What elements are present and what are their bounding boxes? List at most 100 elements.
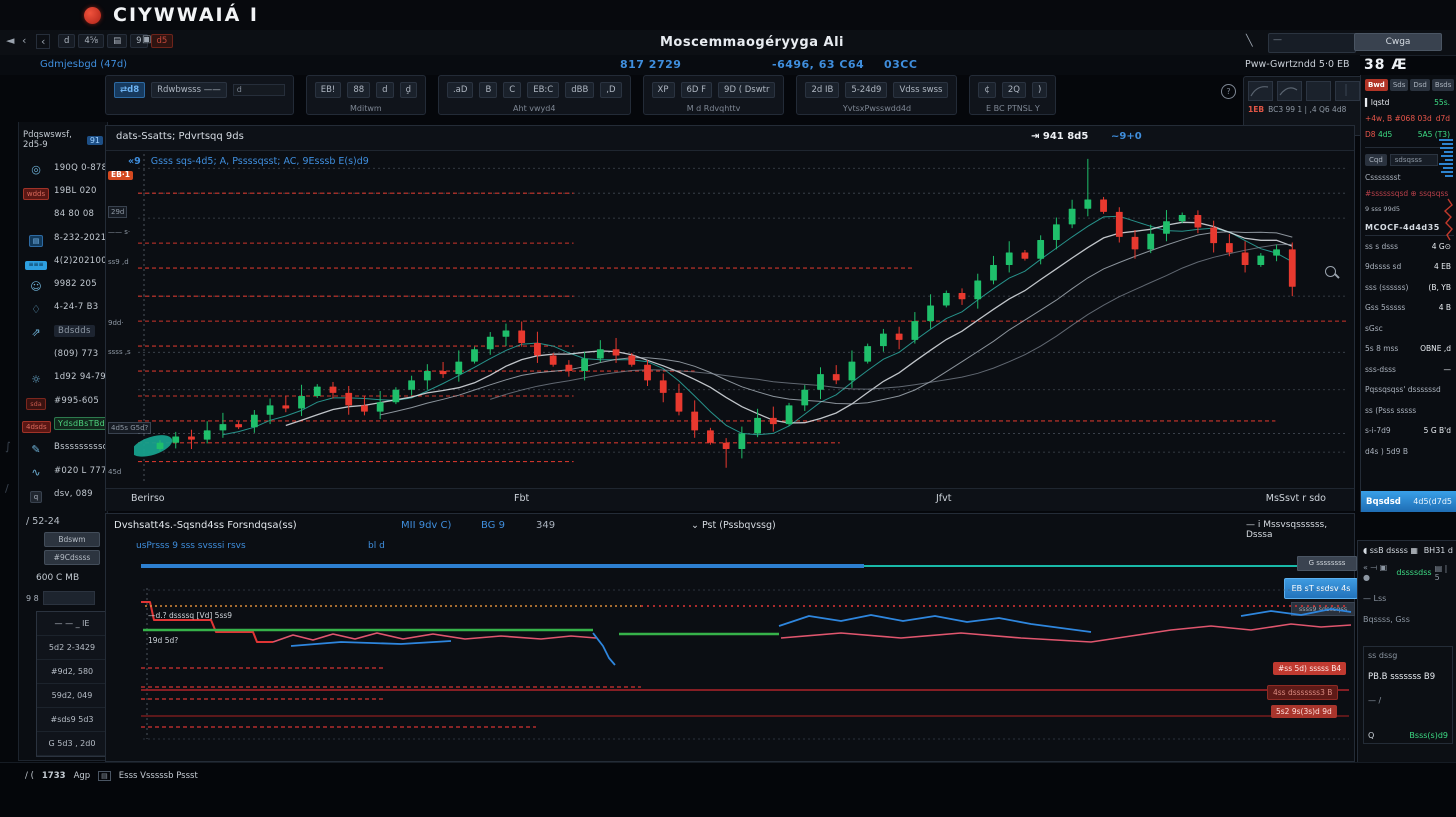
quick-button-2[interactable]: 4⅝	[78, 34, 104, 48]
toolbar-button[interactable]: ,D	[600, 82, 621, 98]
log-box-green-link[interactable]: Bsss(s)d9	[1409, 731, 1448, 740]
indicator-link-1[interactable]: MII 9dv C)	[401, 520, 451, 531]
chart-badge-icon[interactable]: ▤	[22, 228, 50, 247]
indicator-right-label[interactable]: — i Mssvsqssssss, Dsssa	[1246, 520, 1354, 540]
alert-badge-icon[interactable]: wdds	[22, 181, 50, 200]
chip-badge-icon[interactable]: sda	[22, 391, 50, 410]
market-kv-row[interactable]: Pqssqsqss' dssssssd	[1365, 380, 1454, 401]
watchlist-button-1[interactable]: Bdswm	[44, 532, 100, 547]
watchlist-row[interactable]: qdsv, 089	[19, 482, 107, 505]
indicator-link-2[interactable]: BG 9	[481, 520, 505, 531]
quote-list-item[interactable]: #9d2, 580	[37, 660, 107, 684]
market-tab-2[interactable]: Sds	[1390, 79, 1409, 91]
candlestick-chart[interactable]	[134, 148, 1352, 488]
history-back-icon[interactable]: ‹	[36, 34, 50, 49]
watchlist-row[interactable]: sda#995-605	[19, 389, 107, 412]
chart-thumbnail-4[interactable]	[1335, 81, 1360, 101]
quote-list-item[interactable]: 5d2 2-3429	[37, 636, 107, 660]
alert-badge-3[interactable]: 5s2 9s(3s)d 9d	[1271, 705, 1337, 718]
back-icon[interactable]: ◄	[6, 34, 14, 47]
market-kv-row[interactable]: 9dssss sd4 EB	[1365, 257, 1454, 278]
market-kv-row[interactable]: sss (ssssss)(B, YB	[1365, 277, 1454, 298]
watchlist-row[interactable]: ♢4-24-7 B3	[19, 296, 107, 319]
news-link[interactable]: Gdmjesbgd (47d)	[40, 59, 127, 70]
watchlist-row[interactable]: ∿#020 L 777	[19, 459, 107, 482]
wave-badge-icon[interactable]: ≡≡≡	[22, 251, 50, 270]
toolbar-button[interactable]: ḑ	[400, 82, 417, 98]
toolbar-button[interactable]: ¢	[978, 82, 995, 98]
watchlist-row[interactable]: ⇗Bdsdds	[19, 319, 107, 342]
market-kv-row[interactable]: ss (Psss sssss	[1365, 400, 1454, 421]
quote-list-item[interactable]: #sds9 5d3	[37, 708, 107, 732]
indicator-link-3[interactable]: 349	[536, 520, 555, 531]
chart-thumbnail-1[interactable]	[1248, 81, 1273, 101]
key-badge-icon[interactable]: q	[22, 484, 50, 503]
back2-icon[interactable]: ‹	[22, 34, 26, 47]
indicator-dropdown[interactable]: ⌄ Pst (Pssbqvssg)	[691, 520, 776, 531]
watchlist-row[interactable]: wdds19BL 020	[19, 179, 107, 202]
zoom-icon[interactable]	[1325, 266, 1336, 277]
toolbar-button[interactable]: ⇄d8	[114, 82, 145, 98]
watchlist-row[interactable]: ◎190Q 0-878	[19, 156, 107, 179]
toolbar-button[interactable]: B	[479, 82, 497, 98]
search-input[interactable]: —	[1268, 33, 1356, 53]
market-filter-input[interactable]: sdsqsss	[1390, 154, 1438, 166]
log-toolbar-tail[interactable]: ▤ | 5	[1435, 564, 1453, 582]
market-kv-row[interactable]: ss s dsss4 G⊙	[1365, 236, 1454, 257]
trade-button[interactable]: Bqsdsd 4d5(d7d5	[1361, 491, 1456, 512]
chart-thumbnail-2[interactable]	[1277, 81, 1302, 101]
page-icon[interactable]: ▣	[142, 34, 151, 45]
sidebar-line-icon[interactable]: /	[5, 482, 9, 495]
watchlist-filter-input[interactable]	[43, 591, 95, 605]
toolbar-button[interactable]: Rdwbwsss ——	[151, 82, 227, 98]
market-kv-row[interactable]: sss-dsss—	[1365, 359, 1454, 380]
watchlist-row[interactable]: 4dsdsYdsdBsTBd	[19, 412, 107, 435]
watchlist-row[interactable]: (809) 773	[19, 342, 107, 365]
watchlist-row[interactable]: ≡≡≡4(2)2021000	[19, 249, 107, 272]
quote-list-item[interactable]: — — _ lE	[37, 612, 107, 636]
toolbar-button[interactable]: dBB	[565, 82, 594, 98]
toolbar-button[interactable]: EB!	[315, 82, 342, 98]
indicator-sub-link-2[interactable]: bl d	[368, 541, 385, 551]
log-toolbar-icons[interactable]: « ⟞ ▣ ●	[1363, 563, 1393, 582]
indicator-gray-badge[interactable]: G ssssssss	[1297, 556, 1357, 571]
toolbar-button[interactable]: Vdss swss	[893, 82, 948, 98]
market-kv-row[interactable]: Gss 5sssss4 B	[1365, 298, 1454, 319]
toolbar-input[interactable]: d	[233, 84, 285, 96]
toolbar-button[interactable]: )	[1032, 82, 1047, 98]
toolbar-button[interactable]: .aD	[447, 82, 473, 98]
watchlist-row[interactable]: ▤8-232-2021	[19, 226, 107, 249]
toolbar-button[interactable]: d	[376, 82, 393, 98]
toolbar-button[interactable]: 2d IB	[805, 82, 839, 98]
alert-badge-2[interactable]: 4ss dsssssss3 B	[1267, 685, 1338, 700]
toolbar-button[interactable]: 88	[347, 82, 370, 98]
alert-badge-icon[interactable]: 4dsds	[22, 414, 50, 433]
watchlist-row[interactable]: ☺9982 205	[19, 272, 107, 295]
sidebar-draw-icon[interactable]: ∫	[5, 440, 11, 453]
alert-badge-1[interactable]: #ss 5d) sssss B4	[1273, 662, 1346, 675]
toolbar-button[interactable]: 5-24d9	[845, 82, 887, 98]
market-kv-row[interactable]: s-i-7d95 G B'd	[1365, 421, 1454, 442]
quick-button-1[interactable]: d	[58, 34, 75, 48]
search-button[interactable]: Cwga	[1354, 33, 1442, 51]
toolbar-button[interactable]: C	[503, 82, 521, 98]
market-kv-row[interactable]: 5s 8 mssOBNE ,d	[1365, 339, 1454, 360]
market-tab-4[interactable]: Bsds	[1432, 79, 1455, 91]
toolbar-button[interactable]: 6D F	[681, 82, 713, 98]
log-box-q-icon[interactable]: Q	[1368, 731, 1374, 740]
quote-list-item[interactable]: G 5d3 , 2d0	[37, 732, 107, 756]
chart-thumbnail-3[interactable]	[1306, 81, 1331, 101]
toolbar-button[interactable]: 9D ( Dswtr	[718, 82, 775, 98]
watchlist-row[interactable]: ✎Bsssssssssds	[19, 436, 107, 459]
watchlist-row[interactable]: 84 80 08	[19, 203, 107, 226]
quick-button-3[interactable]: ▤	[107, 34, 127, 48]
market-tab-3[interactable]: Dsd	[1410, 79, 1429, 91]
market-kv-row[interactable]: sGsc	[1365, 318, 1454, 339]
watchlist-mini-icons[interactable]: 9 8	[26, 594, 39, 603]
market-filter-chip[interactable]: Cqd	[1365, 154, 1387, 166]
toolbar-button[interactable]: 2Q	[1002, 82, 1026, 98]
pen-tool-icon[interactable]: ╲	[1246, 34, 1253, 47]
toolbar-button[interactable]: EB:C	[527, 82, 559, 98]
market-tab-1[interactable]: Bwd	[1365, 79, 1388, 91]
toolbar-button[interactable]: XP	[652, 82, 675, 98]
